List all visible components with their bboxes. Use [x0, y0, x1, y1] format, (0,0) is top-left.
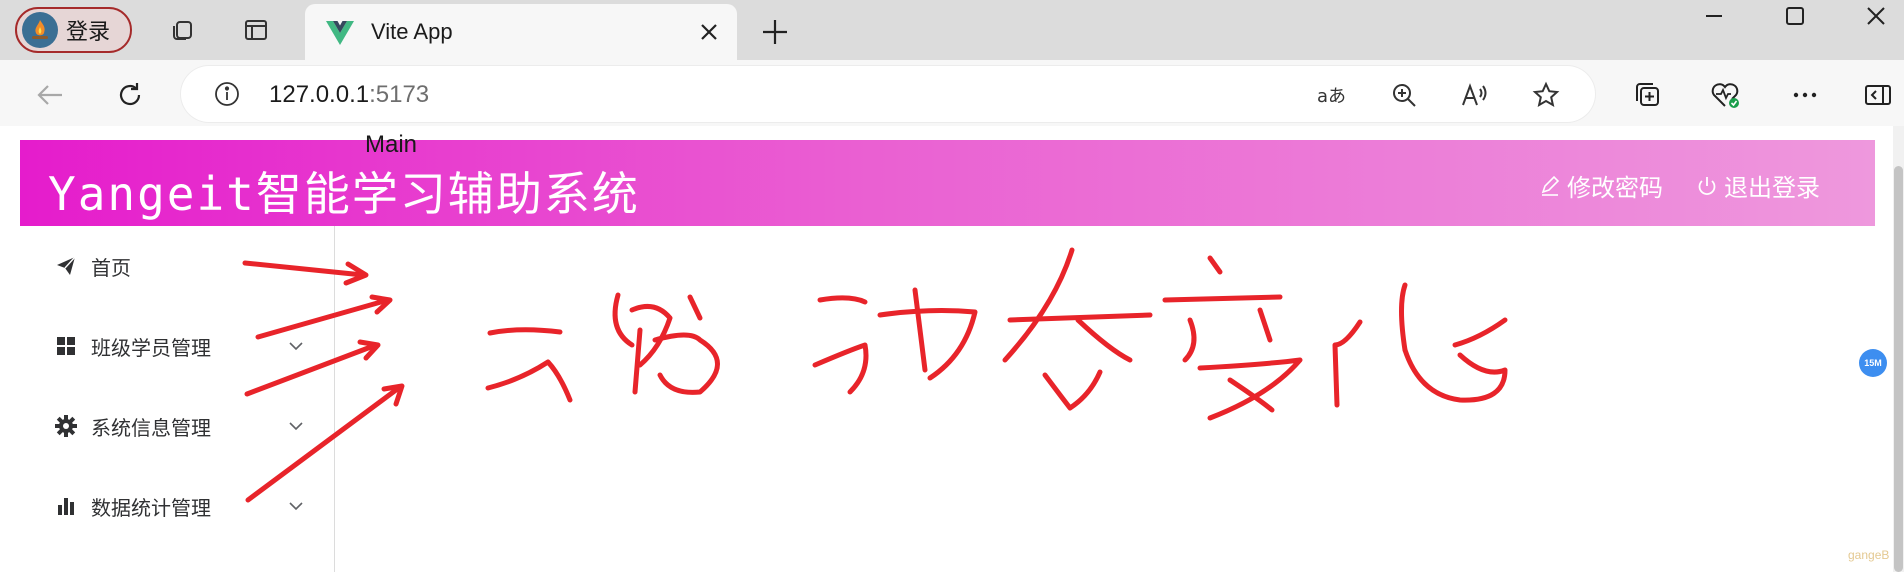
scrollbar-thumb[interactable]: [1894, 166, 1903, 572]
svg-text:aあ: aあ: [1317, 86, 1346, 107]
sidebar-item-label: 班级学员管理: [91, 337, 211, 360]
vue-logo-icon: [326, 21, 354, 45]
read-aloud-icon[interactable]: [1458, 78, 1492, 112]
close-tab-icon[interactable]: [695, 18, 723, 46]
url-port: :5173: [369, 81, 430, 108]
change-password-link[interactable]: 修改密码: [1539, 168, 1663, 203]
watermark: gangeB: [1848, 548, 1890, 562]
logout-link[interactable]: 退出登录: [1696, 168, 1820, 203]
site-info-icon[interactable]: [213, 80, 241, 108]
sidebar-item-label: 首页: [91, 257, 131, 280]
sidebar-toggle-icon[interactable]: [1860, 77, 1896, 113]
profile-avatar: [22, 12, 58, 48]
sidebar-item-label: 数据统计管理: [91, 497, 211, 520]
main-content-text: Main: [365, 131, 418, 158]
sidebar-menu: 首页 班级学员管理 系统信息管理 数据统计管理: [20, 226, 335, 572]
campfire-icon: [32, 20, 48, 39]
power-icon: [1698, 176, 1716, 195]
collections-icon[interactable]: [1629, 77, 1665, 113]
sidebar-item-system-info[interactable]: 系统信息管理: [20, 386, 334, 466]
page-viewport: Yangeit智能学习辅助系统 修改密码 退出登录 首页 班级学员管理 系统信息…: [0, 126, 1904, 572]
favorite-star-icon[interactable]: [1529, 78, 1563, 112]
sidebar-item-home[interactable]: 首页: [20, 226, 334, 306]
gear-icon: [53, 413, 79, 439]
minimize-icon[interactable]: [1686, 0, 1742, 32]
sidebar-item-label: 系统信息管理: [91, 417, 211, 440]
grid-icon: [53, 333, 79, 359]
chevron-down-icon: [286, 496, 306, 516]
browser-essentials-icon[interactable]: [1708, 77, 1744, 113]
active-tab[interactable]: Vite App: [305, 4, 737, 60]
reload-icon[interactable]: [112, 77, 148, 113]
profile-button[interactable]: 登录: [15, 7, 132, 53]
zoom-icon[interactable]: [1387, 78, 1421, 112]
workspaces-icon[interactable]: [166, 14, 198, 46]
url-text: 127.0.0.1:5173: [269, 81, 429, 109]
new-tab-icon[interactable]: [757, 14, 793, 50]
change-password-label: 修改密码: [1567, 175, 1663, 202]
more-options-icon[interactable]: [1787, 77, 1823, 113]
edit-pen-icon: [1541, 175, 1560, 196]
sidebar-item-class-students[interactable]: 班级学员管理: [20, 306, 334, 386]
tab-title: Vite App: [371, 19, 453, 44]
bar-chart-icon: [53, 493, 79, 519]
chevron-down-icon: [286, 336, 306, 356]
maximize-icon[interactable]: [1767, 0, 1823, 32]
extension-badge[interactable]: 15M: [1859, 349, 1887, 377]
app-title: Yangeit智能学习辅助系统: [48, 167, 640, 221]
chevron-down-icon: [286, 416, 306, 436]
address-bar[interactable]: 127.0.0.1:5173 aあ: [181, 66, 1595, 122]
logout-label: 退出登录: [1724, 175, 1820, 202]
app-header: Yangeit智能学习辅助系统 修改密码 退出登录: [20, 140, 1875, 226]
browser-toolbar: 127.0.0.1:5173 aあ: [0, 60, 1904, 126]
browser-titlebar: 登录 Vite App: [0, 0, 1904, 60]
sidebar-item-statistics[interactable]: 数据统计管理: [20, 466, 334, 546]
back-icon[interactable]: [32, 77, 68, 113]
url-host: 127.0.0.1: [269, 81, 370, 108]
paper-plane-icon: [53, 253, 79, 279]
tab-actions-icon[interactable]: [240, 14, 272, 46]
profile-label: 登录: [66, 19, 111, 44]
close-window-icon[interactable]: [1848, 0, 1904, 32]
translate-icon[interactable]: aあ: [1315, 78, 1349, 112]
